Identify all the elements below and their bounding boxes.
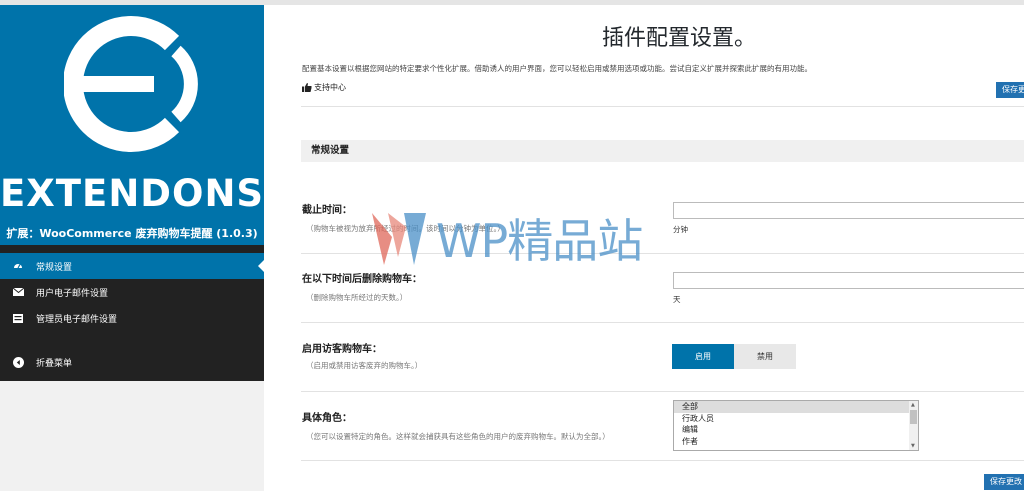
scroll-down-icon[interactable]: ▼	[911, 443, 915, 449]
brand-name: EXTENDONS	[0, 172, 265, 215]
cutoff-time-unit: 分钟	[673, 225, 688, 234]
extendons-logo-icon	[64, 16, 198, 152]
delete-cart-help: （删除购物车所经过的天数。）	[306, 293, 408, 302]
divider	[301, 322, 1024, 323]
role-option[interactable]: 全部	[674, 401, 918, 413]
divider	[301, 106, 1024, 107]
sidebar-item-label: 管理员电子邮件设置	[36, 314, 118, 325]
page-description: 配置基本设置以根据您网站的特定要求个性化扩展。借助诱人的用户界面，您可以轻松启用…	[302, 64, 812, 73]
main-content: 插件配置设置。 配置基本设置以根据您网站的特定要求个性化扩展。借助诱人的用户界面…	[264, 5, 1024, 491]
sidebar-item-label: 折叠菜单	[36, 358, 73, 369]
cutoff-time-input[interactable]	[673, 202, 1024, 219]
page-title: 插件配置设置。	[601, 26, 756, 51]
collapse-arrow-icon	[12, 356, 24, 368]
roles-help: （您可以设置特定的角色。这样就会捕获具有这些角色的用户的废弃购物车。默认为全部。…	[306, 432, 610, 441]
role-option[interactable]: 编辑	[674, 424, 918, 436]
scroll-up-icon[interactable]: ▲	[911, 402, 915, 408]
delete-cart-unit: 天	[673, 295, 681, 304]
sidebar-item-label: 常规设置	[36, 262, 73, 273]
envelope-icon	[12, 286, 24, 298]
sidebar-item-general-settings[interactable]: 常规设置	[0, 253, 264, 279]
support-center-label: 支持中心	[314, 83, 346, 92]
divider	[301, 391, 1024, 392]
sidebar-item-label: 用户电子邮件设置	[36, 288, 109, 299]
scroll-thumb[interactable]	[910, 410, 917, 424]
role-option[interactable]: 作者	[674, 436, 918, 448]
roles-select[interactable]: 全部 行政人员 编辑 作者 ▲ ▼	[673, 400, 919, 451]
cutoff-time-label: 截止时间：	[302, 205, 352, 216]
cutoff-time-help: （购物车被视为放弃所经过的时间。该时间以分钟为单位。）	[306, 224, 505, 233]
roles-label: 具体角色：	[302, 413, 352, 424]
support-center-link[interactable]: 支持中心	[302, 82, 346, 93]
sidebar: EXTENDONS 扩展：WooCommerce 废弃购物车提醒 (1.0.3)…	[0, 5, 264, 381]
guest-cart-help: （启用或禁用访客废弃的购物车。）	[306, 361, 423, 370]
sidebar-menu: 常规设置 用户电子邮件设置 管理员电子邮件设置 折叠菜单	[0, 253, 264, 375]
enable-option[interactable]: 启用	[672, 344, 734, 369]
sidebar-item-admin-email-settings[interactable]: 管理员电子邮件设置	[0, 305, 264, 331]
brand-panel: EXTENDONS 扩展：WooCommerce 废弃购物车提醒 (1.0.3)	[0, 5, 264, 245]
section-header-general: 常规设置	[301, 140, 1024, 162]
collapse-menu-button[interactable]: 折叠菜单	[0, 349, 264, 375]
role-option[interactable]: 行政人员	[674, 413, 918, 425]
save-changes-top-button[interactable]: 保存更改	[996, 82, 1024, 98]
disable-option[interactable]: 禁用	[734, 344, 796, 369]
inbox-icon	[12, 312, 24, 324]
guest-cart-label: 启用访客购物车：	[302, 344, 382, 355]
sidebar-item-user-email-settings[interactable]: 用户电子邮件设置	[0, 279, 264, 305]
thumbs-up-icon	[302, 83, 312, 92]
delete-cart-input[interactable]	[673, 272, 1024, 289]
plugin-title: 扩展：WooCommerce 废弃购物车提醒 (1.0.3)	[6, 227, 258, 240]
guest-cart-toggle: 启用 禁用	[672, 344, 796, 369]
roles-scrollbar[interactable]: ▲ ▼	[909, 401, 918, 450]
divider	[301, 253, 1024, 254]
gauge-icon	[12, 260, 24, 272]
delete-cart-label: 在以下时间后删除购物车：	[302, 274, 422, 285]
save-changes-bottom-button[interactable]: 保存更改	[984, 474, 1024, 490]
divider	[301, 460, 1024, 461]
